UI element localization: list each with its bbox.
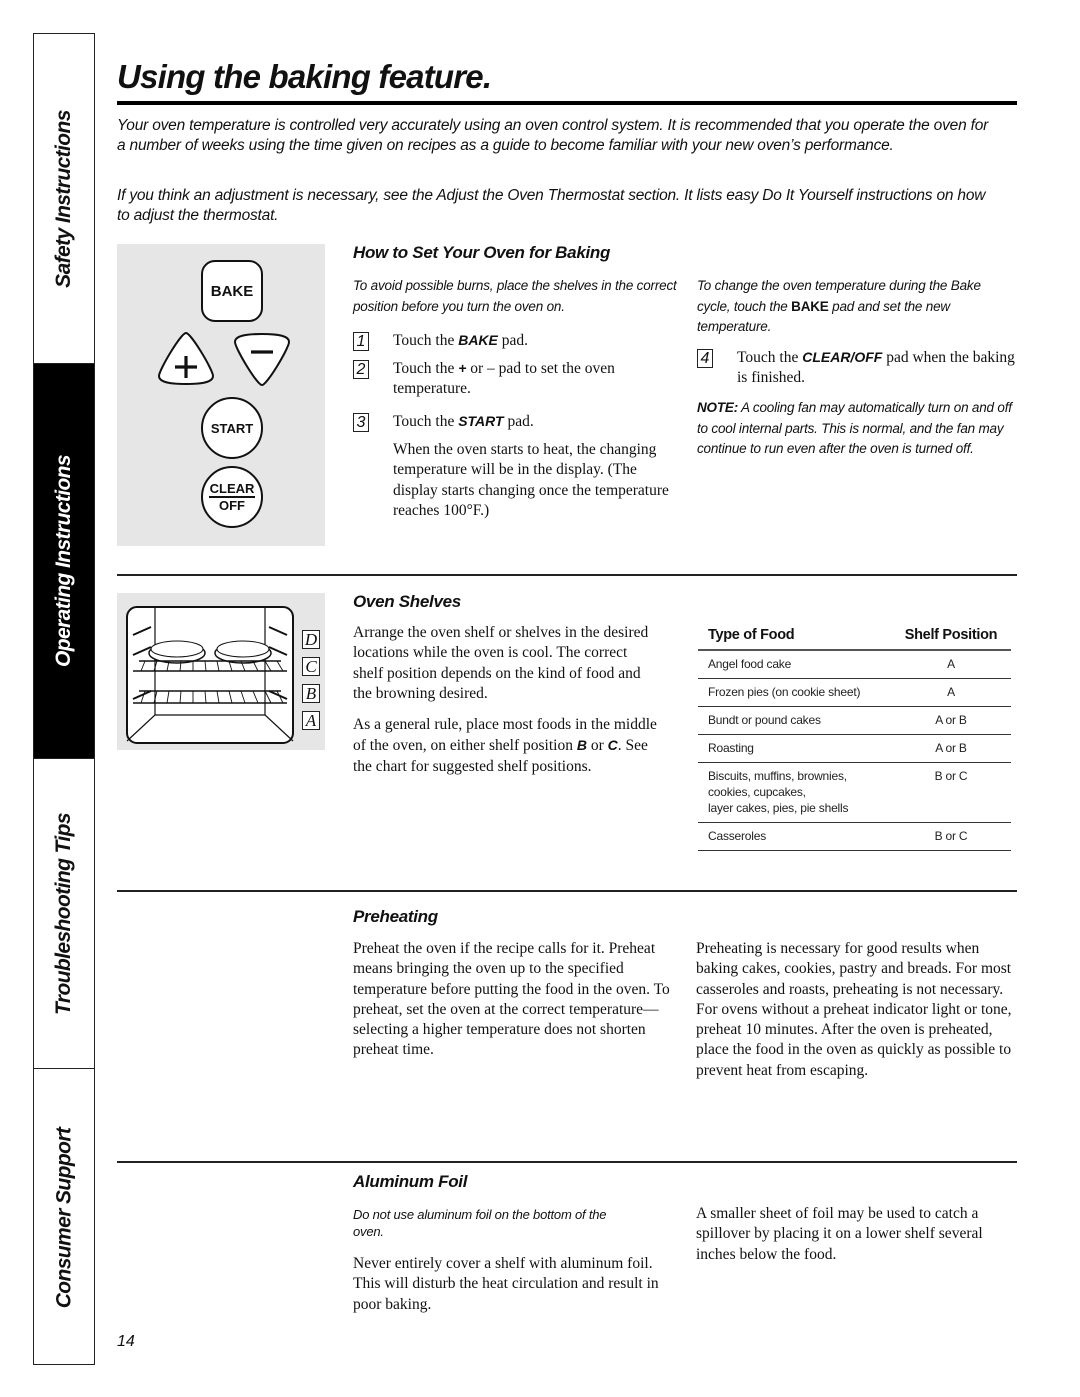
plus-pad xyxy=(157,331,215,386)
table-row: Frozen pies (on cookie sheet) A xyxy=(698,678,1011,707)
foil-paragraph: A smaller sheet of foil may be used to c… xyxy=(696,1205,983,1263)
section-tabs: Safety Instructions Operating Instructio… xyxy=(33,33,95,1365)
page-title: Using the baking feature. xyxy=(117,58,492,95)
minus-pad xyxy=(233,332,291,387)
change-temp-text: To change the oven temperature during th… xyxy=(697,278,981,334)
table-header-row: Type of Food Shelf Position xyxy=(698,623,1011,651)
section-heading-aluminum-foil: Aluminum Foil xyxy=(353,1172,468,1191)
table-row: Casseroles B or C xyxy=(698,822,1011,851)
section-divider xyxy=(117,574,1017,576)
foil-paragraph: Never entirely cover a shelf with alumin… xyxy=(353,1255,659,1313)
section-heading-preheating: Preheating xyxy=(353,907,438,926)
tab-consumer-support[interactable]: Consumer Support xyxy=(34,1069,94,1366)
section-heading-how-to-set: How to Set Your Oven for Baking xyxy=(353,243,611,262)
bake-pad: BAKE xyxy=(201,260,263,322)
intro-paragraph: If you think an adjustment is necessary,… xyxy=(117,187,986,224)
note-text: NOTE: A cooling fan may automatically tu… xyxy=(697,400,1012,456)
oven-shelves-illustration xyxy=(117,593,325,750)
preheating-paragraph: Preheating is necessary for good results… xyxy=(696,940,1012,1079)
column-header-position: Shelf Position xyxy=(891,623,1011,651)
section-divider xyxy=(117,890,1017,892)
table-row: Bundt or pound cakes A or B xyxy=(698,706,1011,735)
table-row: Angel food cake A xyxy=(698,650,1011,679)
shelf-position-table: Type of Food Shelf Position Angel food c… xyxy=(698,623,1011,851)
foil-caution-text: Do not use aluminum foil on the bottom o… xyxy=(353,1207,607,1239)
oven-shelves-paragraph: As a general rule, place most foods in t… xyxy=(353,716,657,775)
shelf-position-b: B xyxy=(302,684,320,703)
start-pad: START xyxy=(201,397,263,459)
column-header-food: Type of Food xyxy=(698,623,891,651)
shelf-position-a: A xyxy=(302,711,320,730)
tab-safety-instructions[interactable]: Safety Instructions xyxy=(34,34,94,364)
caution-text: To avoid possible burns, place the shelv… xyxy=(353,278,677,314)
section-divider xyxy=(117,1161,1017,1163)
page-number: 14 xyxy=(117,1333,135,1350)
shelf-position-c: C xyxy=(302,657,320,676)
oven-shelves-paragraph: Arrange the oven shelf or shelves in the… xyxy=(353,624,649,702)
shelf-position-d: D xyxy=(302,630,320,649)
preheating-paragraph: Preheat the oven if the recipe calls for… xyxy=(353,940,670,1059)
section-heading-oven-shelves: Oven Shelves xyxy=(353,592,461,611)
control-panel-illustration: BAKE START CLEAR OFF xyxy=(117,244,325,546)
table-row: Roasting A or B xyxy=(698,734,1011,763)
tab-troubleshooting-tips[interactable]: Troubleshooting Tips xyxy=(34,759,94,1069)
oven-interior-icon xyxy=(126,606,294,744)
clear-off-pad: CLEAR OFF xyxy=(201,466,263,528)
title-divider xyxy=(117,101,1017,105)
step-3-note: When the oven starts to heat, the changi… xyxy=(393,441,669,519)
intro-paragraph: Your oven temperature is controlled very… xyxy=(117,117,989,154)
tab-operating-instructions[interactable]: Operating Instructions xyxy=(34,364,94,759)
table-row: Biscuits, muffins, brownies, cookies, cu… xyxy=(698,762,1011,823)
